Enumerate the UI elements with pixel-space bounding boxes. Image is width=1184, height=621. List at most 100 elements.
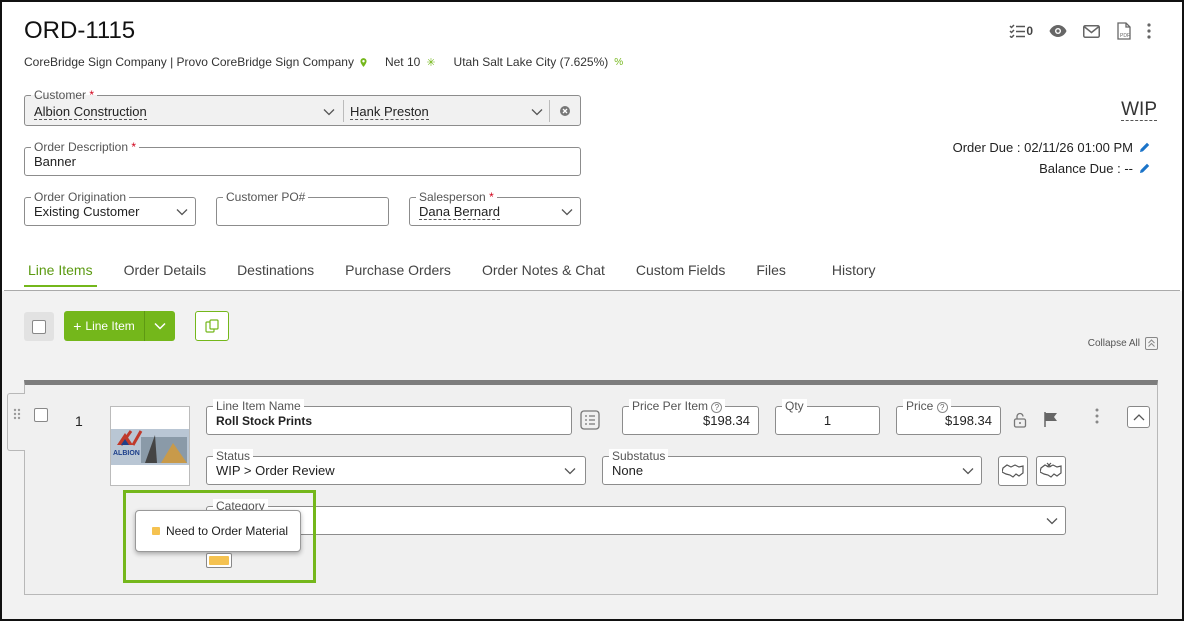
collapse-all-label: Collapse All	[1087, 338, 1140, 349]
copy-icon	[205, 319, 219, 333]
customer-label: Customer *	[31, 88, 98, 102]
chevron-down-icon	[1046, 518, 1058, 525]
pdf-button[interactable]: PDF	[1116, 22, 1131, 40]
mail-icon	[1083, 24, 1100, 38]
tab-order-details[interactable]: Order Details	[120, 262, 210, 287]
line-item-checkbox[interactable]	[34, 408, 48, 422]
category-tooltip-text: Need to Order Material	[166, 524, 289, 538]
drag-handle[interactable]	[7, 393, 25, 451]
line-item-details-button[interactable]	[578, 408, 602, 432]
reject-handshake-button[interactable]	[1036, 456, 1066, 486]
chevron-up-icon	[1133, 414, 1144, 421]
line-item-name-label: Line Item Name	[213, 399, 304, 413]
category-swatch[interactable]	[206, 553, 232, 568]
chevron-down-icon	[176, 209, 188, 216]
customer-field: Customer * Albion Construction Hank Pres…	[24, 88, 581, 126]
kebab-menu-icon[interactable]	[1094, 408, 1100, 424]
line-item-thumbnail[interactable]: ALBION	[110, 406, 190, 486]
line-item-number: 1	[75, 413, 83, 429]
price-field: Price ? $198.34	[896, 399, 1001, 435]
price-input[interactable]: $198.34	[945, 413, 992, 428]
checklist-count: 0	[1026, 24, 1033, 38]
category-swatch-fill	[209, 556, 229, 565]
status-field[interactable]: Status WIP > Order Review	[206, 449, 586, 485]
add-line-item-dropdown[interactable]	[145, 311, 175, 341]
help-icon: ?	[711, 402, 723, 413]
order-description-label: Order Description *	[31, 140, 140, 154]
chevron-down-icon[interactable]	[322, 105, 336, 119]
edit-pencil-icon[interactable]	[1139, 163, 1150, 174]
tabs-divider	[4, 290, 1180, 291]
qty-label: Qty	[782, 399, 807, 413]
salesperson-field[interactable]: Salesperson * Dana Bernard	[409, 190, 581, 226]
order-description-field: Order Description * Banner	[24, 140, 581, 176]
percent-icon: %	[614, 56, 624, 68]
contact-select[interactable]: Hank Preston	[350, 104, 429, 120]
add-line-item-main[interactable]: + Line Item	[64, 311, 145, 341]
order-id-title: ORD-1115	[24, 17, 136, 44]
company-name: CoreBridge Sign Company | Provo CoreBrid…	[24, 55, 354, 69]
list-details-icon	[580, 410, 600, 430]
handshake-icon	[1002, 464, 1024, 478]
price-per-item-input[interactable]: $198.34	[703, 413, 750, 428]
category-tooltip: Need to Order Material	[135, 510, 301, 552]
chevron-down-icon	[561, 209, 573, 216]
tab-destinations[interactable]: Destinations	[233, 262, 318, 287]
substatus-field[interactable]: Substatus None	[602, 449, 982, 485]
price-per-item-label: Price Per Item ?	[629, 399, 726, 413]
customer-po-field[interactable]: Customer PO#	[216, 190, 389, 226]
asterisk-icon: ✳	[426, 56, 436, 69]
qty-field: Qty 1	[775, 399, 880, 435]
clear-icon[interactable]	[559, 105, 571, 117]
collapse-all-button[interactable]: Collapse All	[1088, 337, 1158, 350]
drag-handle-icon	[13, 408, 20, 420]
tab-purchase-orders[interactable]: Purchase Orders	[341, 262, 455, 287]
handshake-x-icon	[1040, 462, 1062, 478]
order-origination-field[interactable]: Order Origination Existing Customer	[24, 190, 196, 226]
header-actions: 0 PDF	[1009, 22, 1152, 40]
collapse-line-item-button[interactable]	[1127, 406, 1150, 428]
more-options-button[interactable]	[1146, 23, 1152, 39]
tab-history[interactable]: History	[828, 262, 880, 287]
pdf-label: PDF	[1120, 33, 1130, 39]
order-origination-value: Existing Customer	[34, 204, 140, 219]
order-tabs: Line Items Order Details Destinations Pu…	[24, 262, 902, 287]
select-all-wrapper	[24, 312, 54, 341]
tab-order-notes-chat[interactable]: Order Notes & Chat	[478, 262, 609, 287]
edit-pencil-icon[interactable]	[1139, 142, 1150, 153]
line-item-name-input[interactable]: Roll Stock Prints	[216, 414, 312, 428]
tax-rate: Utah Salt Lake City (7.625%)	[453, 55, 609, 69]
email-button[interactable]	[1083, 24, 1100, 38]
watch-button[interactable]	[1049, 25, 1067, 37]
substatus-label: Substatus	[609, 449, 669, 463]
chevron-down-icon	[564, 468, 576, 475]
customer-select[interactable]: Albion Construction	[34, 104, 147, 120]
payment-terms: Net 10	[384, 55, 421, 69]
tab-custom-fields[interactable]: Custom Fields	[632, 262, 729, 287]
flag-icon[interactable]	[1043, 411, 1059, 428]
balance-due-text: Balance Due : --	[1039, 161, 1133, 176]
copy-line-items-button[interactable]	[195, 311, 229, 341]
location-pin-icon	[360, 57, 367, 67]
approve-handshake-button[interactable]	[998, 456, 1028, 486]
tab-line-items[interactable]: Line Items	[24, 262, 97, 287]
add-line-item-button[interactable]: + Line Item	[64, 311, 175, 341]
order-meta-line: CoreBridge Sign Company | Provo CoreBrid…	[24, 55, 623, 69]
customer-po-label: Customer PO#	[223, 190, 309, 204]
order-due-text: Order Due : 02/11/26 01:00 PM	[952, 140, 1133, 155]
status-value: WIP > Order Review	[216, 463, 335, 478]
salesperson-value: Dana Bernard	[419, 204, 500, 220]
salesperson-label: Salesperson *	[416, 190, 497, 204]
qty-input[interactable]: 1	[776, 413, 879, 428]
select-all-checkbox[interactable]	[32, 319, 46, 334]
order-status[interactable]: WIP	[1121, 100, 1157, 121]
tab-files[interactable]: Files	[752, 262, 790, 287]
unlock-icon[interactable]	[1013, 412, 1027, 428]
thumbnail-image	[111, 407, 189, 485]
chevron-down-icon	[154, 322, 166, 330]
category-field[interactable]: Category	[206, 499, 1066, 535]
order-description-input[interactable]: Banner	[34, 154, 76, 169]
substatus-value: None	[612, 463, 644, 478]
checklist-button[interactable]: 0	[1009, 24, 1033, 38]
chevron-down-icon[interactable]	[530, 105, 544, 119]
